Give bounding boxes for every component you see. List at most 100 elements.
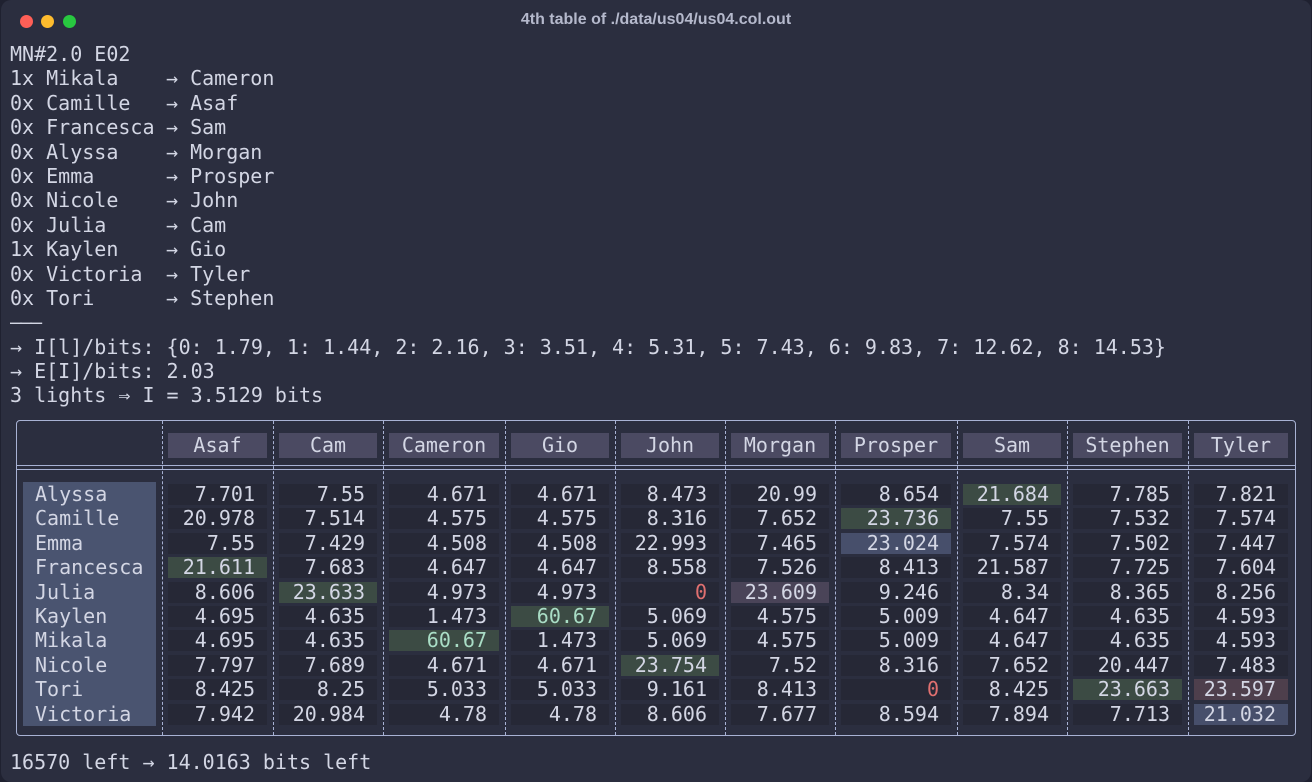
table-cell: 5.009 xyxy=(841,606,951,627)
terminal-window: 4th table of ./data/us04/us04.col.out MN… xyxy=(1,0,1311,782)
match-line: 0x Emma → Prosper xyxy=(10,164,1166,188)
table-cell: 7.683 xyxy=(279,557,377,579)
table-cell: 23.663 xyxy=(1073,679,1182,701)
table-cell: 7.574 xyxy=(1194,508,1288,530)
match-line: 0x Nicole → John xyxy=(10,188,1166,212)
arrow-icon: → xyxy=(166,139,191,164)
footer-line: 16570 left → 14.0163 bits left xyxy=(10,750,372,774)
table-cell: 20.99 xyxy=(731,484,829,505)
table-cell: 8.558 xyxy=(621,557,719,579)
table-cell: 7.465 xyxy=(731,532,829,554)
match-count-name: 0x Tori xyxy=(10,285,95,310)
column-header: Cameron xyxy=(389,433,499,458)
table-cell: 7.532 xyxy=(1073,508,1182,530)
table-cell: 7.797 xyxy=(168,654,267,676)
table-cell: 8.654 xyxy=(841,484,951,505)
table-cell: 20.984 xyxy=(279,703,377,725)
match-target: Tyler xyxy=(190,261,251,286)
match-count-name: 1x Kaylen xyxy=(10,237,119,262)
match-target: Cameron xyxy=(190,66,275,91)
arrow-icon: → xyxy=(166,285,191,310)
match-count-name: 0x Emma xyxy=(10,163,95,188)
table-cell: 7.652 xyxy=(963,654,1061,676)
table-cell: 8.256 xyxy=(1194,581,1288,603)
table-cell: 0 xyxy=(841,679,951,701)
table-cell: 4.973 xyxy=(389,581,499,603)
column-divider xyxy=(1188,421,1189,735)
table-cell: 4.671 xyxy=(511,484,609,505)
table-cell: 7.894 xyxy=(963,703,1061,725)
table-cell: 4.647 xyxy=(511,557,609,579)
row-name: Mikala xyxy=(35,628,108,653)
probability-table: Asaf Cam Cameron Gio John Morgan Prosper Sam Ste… xyxy=(16,420,1296,736)
table-cell: 8.606 xyxy=(621,703,719,725)
column-header: Tyler xyxy=(1194,433,1288,458)
header-line: MN#2.0 E02 xyxy=(10,42,131,66)
table-cell: 4.695 xyxy=(168,630,267,652)
table-cell: 4.647 xyxy=(963,630,1061,652)
table-cell: 4.647 xyxy=(963,606,1061,627)
column-divider xyxy=(1067,421,1068,735)
column-header: John xyxy=(621,433,719,458)
row-name: Julia xyxy=(35,579,96,604)
table-cell: 7.942 xyxy=(168,703,267,725)
table-cell: 5.009 xyxy=(841,630,951,652)
table-cell: 8.473 xyxy=(621,484,719,505)
table-cell: 8.25 xyxy=(279,679,377,701)
arrow-icon: → xyxy=(166,237,191,262)
match-line: 0x Julia → Cam xyxy=(10,213,1166,237)
match-line: 0x Camille → Asaf xyxy=(10,91,1166,115)
match-count-name: 0x Julia xyxy=(10,212,107,237)
table-cell: 7.55 xyxy=(279,484,377,505)
column-divider xyxy=(505,421,506,735)
table-cell: 7.502 xyxy=(1073,532,1182,554)
table-cell: 4.635 xyxy=(279,606,377,627)
match-count-name: 0x Francesca xyxy=(10,115,155,140)
table-cell: 5.033 xyxy=(389,679,499,701)
table-cell: 7.55 xyxy=(963,508,1061,530)
table-cell: 23.609 xyxy=(731,581,829,603)
table-cell: 4.671 xyxy=(389,654,499,676)
table-cell: 4.575 xyxy=(731,606,829,627)
table-cell: 23.754 xyxy=(621,654,719,676)
table-cell: 8.606 xyxy=(168,581,267,603)
match-list: 1x Mikala → Cameron 0x Camille → Asaf 0x Fra… xyxy=(10,66,1166,310)
match-target: Morgan xyxy=(190,139,263,164)
table-cell: 22.993 xyxy=(621,532,719,554)
table-cell: 7.725 xyxy=(1073,557,1182,579)
table-cell: 7.55 xyxy=(168,532,267,554)
table-cell: 5.069 xyxy=(621,630,719,652)
table-cell: 7.574 xyxy=(963,532,1061,554)
column-divider xyxy=(383,421,384,735)
match-count-name: 0x Nicole xyxy=(10,188,119,213)
column-divider xyxy=(162,421,163,735)
separator-line: ——— xyxy=(10,310,42,335)
table-cell: 7.677 xyxy=(731,703,829,725)
table-cell: 4.635 xyxy=(1073,606,1182,627)
arrow-icon: → xyxy=(166,66,191,91)
table-cell: 7.514 xyxy=(279,508,377,530)
table-cell: 7.526 xyxy=(731,557,829,579)
table-cell: 4.695 xyxy=(168,606,267,627)
match-target: Stephen xyxy=(190,285,275,310)
row-name: Camille xyxy=(35,506,120,531)
row-name: Francesca xyxy=(35,555,144,580)
table-cell: 4.647 xyxy=(389,557,499,579)
column-header: Asaf xyxy=(168,433,267,458)
table-cell: 7.447 xyxy=(1194,532,1288,554)
match-target: Cam xyxy=(190,212,227,237)
table-cell: 7.821 xyxy=(1194,484,1288,505)
table-cell: 1.473 xyxy=(511,630,609,652)
table-cell: 9.161 xyxy=(621,679,719,701)
table-cell: 20.447 xyxy=(1073,654,1182,676)
column-header: Sam xyxy=(963,433,1061,458)
arrow-icon: → xyxy=(166,90,191,115)
table-cell: 4.78 xyxy=(389,703,499,725)
arrow-icon: → xyxy=(166,163,191,188)
table-cell: 8.34 xyxy=(963,581,1061,603)
table-cell: 7.429 xyxy=(279,532,377,554)
column-divider xyxy=(957,421,958,735)
table-cell: 4.635 xyxy=(1073,630,1182,652)
table-cell: 4.508 xyxy=(511,532,609,554)
column-divider xyxy=(615,421,616,735)
